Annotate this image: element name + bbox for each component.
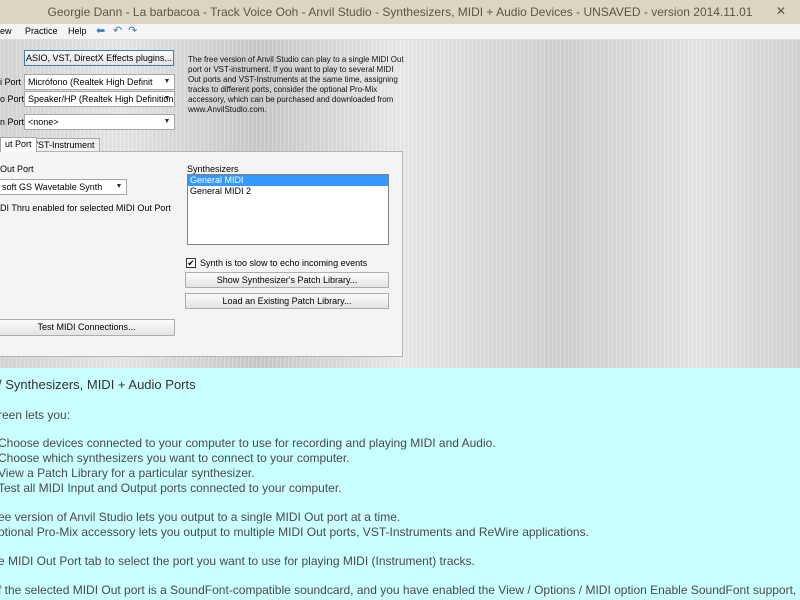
menu-help[interactable]: Help — [68, 26, 87, 36]
load-patch-library-button[interactable]: Load an Existing Patch Library... — [185, 293, 389, 309]
chevron-down-icon: ▼ — [115, 183, 123, 190]
list-item[interactable]: General MIDI — [188, 175, 388, 186]
audio-in-port-value: <none> — [28, 117, 59, 127]
midi-thru-text: DI Thru enabled for selected MIDI Out Po… — [0, 203, 171, 213]
audio-in-port-select[interactable]: <none> ▼ — [24, 114, 175, 130]
echo-events-label: Synth is too slow to echo incoming event… — [200, 258, 368, 268]
audio-out-port-value: Speaker/HP (Realtek High Definition . — [28, 94, 175, 104]
echo-events-checkbox[interactable]: ✔ — [186, 258, 196, 268]
help-paragraph: ptional Pro-Mix accessory lets you outpu… — [0, 525, 589, 539]
undo-icon[interactable]: ↶ — [113, 25, 122, 38]
midi-out-port-panel: Out Port soft GS Wavetable Synth ▼ DI Th… — [0, 151, 403, 357]
midi-out-port-select[interactable]: soft GS Wavetable Synth ▼ — [0, 179, 127, 195]
help-heading: / Synthesizers, MIDI + Audio Ports — [0, 377, 196, 392]
help-paragraph: f the selected MIDI Out port is a SoundF… — [0, 583, 800, 597]
help-paragraph: e MIDI Out Port tab to select the port y… — [0, 554, 475, 568]
asio-vst-plugins-button[interactable]: ASIO, VST, DirectX Effects plugins... — [24, 50, 174, 66]
redo-icon[interactable]: ↷ — [128, 25, 137, 38]
title-bar: Georgie Dann - La barbacoa - Track Voice… — [0, 0, 800, 24]
help-pane: / Synthesizers, MIDI + Audio Ports reen … — [0, 368, 800, 600]
chevron-down-icon: ▼ — [163, 95, 171, 102]
audio-out-port-select[interactable]: Speaker/HP (Realtek High Definition . ▼ — [24, 91, 175, 107]
chevron-down-icon: ▼ — [163, 78, 171, 85]
help-intro: reen lets you: — [0, 408, 71, 422]
synthesizers-label: Synthesizers — [187, 164, 239, 174]
midi-out-port-value: soft GS Wavetable Synth — [2, 182, 103, 192]
help-bullet: Choose devices connected to your compute… — [0, 436, 496, 450]
tab-vst-instrument[interactable]: VST-Instrument — [27, 138, 100, 152]
list-item[interactable]: General MIDI 2 — [188, 186, 388, 197]
out-port-label: Out Port — [0, 164, 34, 174]
midi-in-port-select[interactable]: Micrófono (Realtek High Definit ▼ — [24, 74, 175, 90]
audio-out-port-label: o Port — [0, 94, 25, 104]
window-title: Georgie Dann - La barbacoa - Track Voice… — [47, 5, 753, 19]
midi-in-port-label: i Port — [0, 77, 22, 87]
help-bullet: Test all MIDI Input and Output ports con… — [0, 481, 342, 495]
test-midi-connections-button[interactable]: Test MIDI Connections... — [0, 319, 175, 336]
close-icon[interactable]: ✕ — [770, 2, 792, 20]
menu-bar: ew Practice Help ⬅ ↶ ↷ — [0, 24, 800, 40]
midi-in-port-value: Micrófono (Realtek High Definit — [28, 77, 153, 87]
audio-in-port-label: n Port — [0, 117, 25, 127]
synthesizers-list[interactable]: General MIDI General MIDI 2 — [187, 174, 389, 245]
help-bullet: View a Patch Library for a particular sy… — [0, 466, 255, 480]
help-bullet: Choose which synthesizers you want to co… — [0, 451, 350, 465]
help-paragraph: ee version of Anvil Studio lets you outp… — [0, 510, 401, 524]
free-version-info: The free version of Anvil Studio can pla… — [188, 55, 404, 114]
menu-practice[interactable]: Practice — [25, 26, 58, 36]
chevron-down-icon: ▼ — [163, 118, 171, 125]
show-patch-library-button[interactable]: Show Synthesizer's Patch Library... — [185, 272, 389, 288]
tab-midi-out-port[interactable]: ut Port — [0, 137, 37, 152]
menu-view[interactable]: ew — [0, 26, 12, 36]
back-arrow-icon[interactable]: ⬅ — [96, 25, 105, 38]
